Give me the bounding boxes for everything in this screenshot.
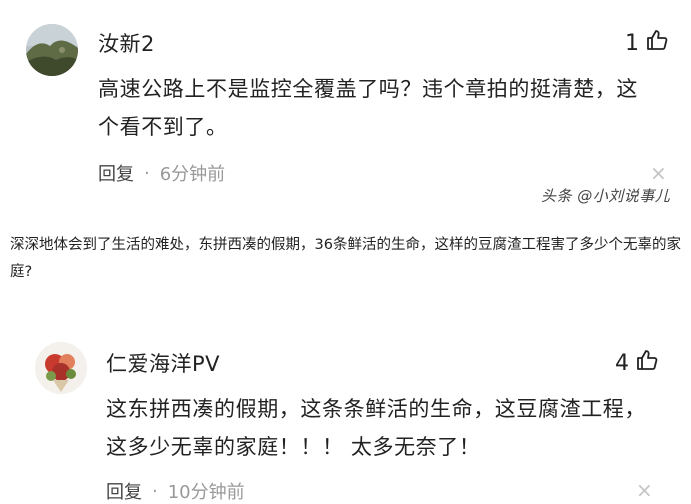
like-button[interactable]: 1	[625, 28, 669, 58]
separator-dot: ·	[152, 480, 158, 502]
comment-meta: 回复 · 6分钟前	[98, 160, 225, 186]
comment-line: 这多少无辜的家庭！！！ 太多无奈了！	[106, 435, 481, 459]
reply-button[interactable]: 回复	[98, 160, 134, 186]
avatar-landscape-image	[26, 24, 78, 76]
reply-button[interactable]: 回复	[106, 478, 142, 504]
username[interactable]: 汝新2	[98, 28, 155, 58]
watermark: 头条 @小刘说事儿	[541, 187, 671, 205]
comment-meta: 回复 · 10分钟前	[106, 478, 245, 504]
comment-line: 高速公路上不是监控全覆盖了吗？违个章拍的挺清楚，这	[98, 77, 638, 101]
like-count: 4	[615, 350, 629, 376]
close-icon[interactable]: ×	[636, 480, 653, 500]
avatar-bouquet-image	[35, 342, 87, 394]
avatar[interactable]	[26, 24, 78, 76]
comment-line: 这东拼西凑的假期，这条条鲜活的生命，这豆腐渣工程，	[106, 397, 646, 421]
like-count: 1	[625, 30, 639, 56]
comment-line: 个看不到了。	[98, 115, 228, 139]
like-button[interactable]: 4	[615, 348, 659, 378]
thumbs-up-icon	[645, 28, 669, 58]
article-paragraph: 深深地体会到了生活的难处，东拼西凑的假期，36条鲜活的生命，这样的豆腐渣工程害了…	[10, 237, 681, 280]
close-icon[interactable]: ×	[650, 163, 667, 183]
avatar[interactable]	[35, 342, 87, 394]
timestamp: 10分钟前	[167, 482, 245, 503]
comment-text: 这东拼西凑的假期，这条条鲜活的生命，这豆腐渣工程， 这多少无辜的家庭！！！ 太多…	[106, 390, 686, 466]
timestamp: 6分钟前	[159, 164, 226, 185]
separator-dot: ·	[144, 162, 150, 184]
comment-text: 高速公路上不是监控全覆盖了吗？违个章拍的挺清楚，这 个看不到了。	[98, 70, 683, 146]
username[interactable]: 仁爱海洋PV	[106, 348, 220, 378]
thumbs-up-icon	[635, 348, 659, 378]
